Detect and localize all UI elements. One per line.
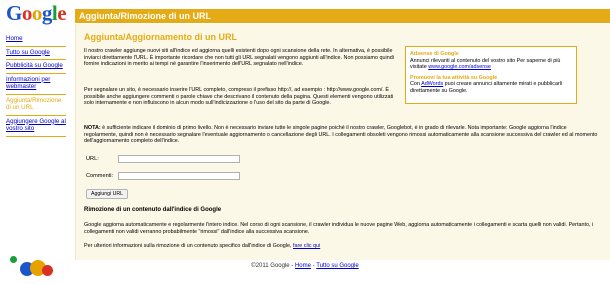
removal-heading: Rimozione di un contenuto dall'indice di… xyxy=(84,207,222,213)
more-info-text: Per ulteriori informazioni sulla rimozio… xyxy=(84,243,599,250)
removal-text: Google aggiorna automaticamente e regola… xyxy=(84,222,594,235)
adsense-promo-box: Adsense di Google Annunci rilevanti al c… xyxy=(405,46,577,104)
more-info-link[interactable]: fare clic qui xyxy=(293,243,320,249)
promo-description: Con AdWords puoi creare annunci altament… xyxy=(410,81,572,94)
sidebar-item-add-remove-url: Aggiunta/Rimozione di un URL xyxy=(6,95,66,116)
note-text: NOTA: è sufficiente indicare il dominio … xyxy=(84,125,599,145)
section-heading: Aggiunta/Aggiornamento di un URL xyxy=(84,32,237,42)
intro-text: Il nostro crawler aggiunge nuovi siti al… xyxy=(84,48,394,68)
footer: ©2011 Google - Home - Tutto su Google xyxy=(0,263,610,269)
sidebar-item-add-google[interactable]: Aggiungere Google al vostro sito xyxy=(6,116,66,137)
adsense-link[interactable]: www.google.com/adsense xyxy=(428,64,491,70)
comments-label: Commenti: xyxy=(86,173,114,179)
page-title: Aggiunta/Rimozione di un URL xyxy=(79,11,211,21)
url-input[interactable] xyxy=(118,155,240,163)
more-info-body: Per ulteriori informazioni sulla rimozio… xyxy=(84,243,293,249)
adwords-link[interactable]: AdWords xyxy=(421,81,443,87)
main-content: Aggiunta/Aggiornamento di un URL Il nost… xyxy=(75,24,610,260)
note-body: è sufficiente indicare il dominio di pri… xyxy=(84,125,598,145)
add-url-button[interactable]: Aggiungi URL xyxy=(86,189,129,199)
sidebar-item-tutto-su-google[interactable]: Tutto su Google xyxy=(6,47,66,60)
google-logo-text: Google xyxy=(6,1,67,25)
footer-tutto-link[interactable]: Tutto su Google xyxy=(316,263,358,269)
google-logo[interactable]: Google xyxy=(6,1,67,25)
url-label: URL: xyxy=(86,156,99,162)
footer-home-link[interactable]: Home xyxy=(295,263,311,269)
sidebar-item-webmaster[interactable]: Informazioni per webmaster xyxy=(6,74,66,95)
adsense-description: Annunci rilevanti al contenuto del vostr… xyxy=(410,58,572,71)
instructions-text: Per segnalare un sito, è necessario inse… xyxy=(84,87,394,107)
comments-input[interactable] xyxy=(118,172,240,180)
copyright-text: ©2011 Google - xyxy=(251,263,295,269)
note-label: NOTA: xyxy=(84,125,101,131)
promo-text-before: Con xyxy=(410,81,422,87)
sidebar-item-pubblicita[interactable]: Pubblicità su Google xyxy=(6,60,66,74)
sidebar: Home Tutto su Google Pubblicità su Googl… xyxy=(6,33,66,137)
page-title-bar: Aggiunta/Rimozione di un URL xyxy=(75,9,610,23)
sidebar-item-home[interactable]: Home xyxy=(6,33,66,47)
